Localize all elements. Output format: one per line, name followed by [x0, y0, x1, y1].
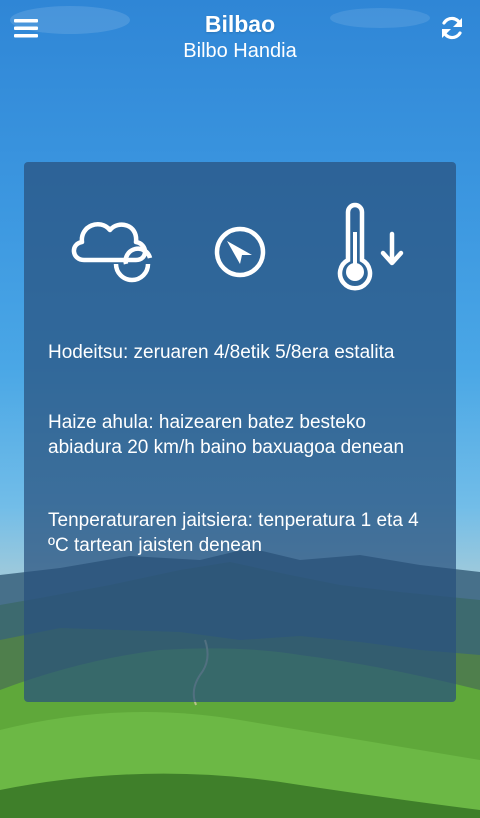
cloud-description: Hodeitsu: zeruaren 4/8etik 5/8era estali… — [48, 342, 395, 363]
forecast-card: Hodeitsu: zeruaren 4/8etik 5/8era estali… — [24, 162, 456, 702]
menu-icon[interactable] — [12, 14, 40, 42]
forecast-icons — [24, 202, 456, 292]
temperature-description: Tenperaturaren jaitsiera: tenperatura 1 … — [48, 510, 419, 556]
refresh-icon[interactable] — [438, 14, 466, 42]
wind-direction-icon — [212, 224, 268, 285]
city-name: Bilbao — [204, 11, 276, 37]
cloudy-icon — [66, 208, 156, 293]
location-title: Bilbao Bilbo Handia — [90, 10, 390, 64]
wind-description: Haize ahula: haizearen batez besteko abi… — [48, 412, 405, 458]
temperature-down-icon — [330, 202, 410, 297]
region-name: Bilbo Handia — [183, 40, 297, 62]
top-bar: Bilbao Bilbo Handia — [0, 0, 480, 80]
